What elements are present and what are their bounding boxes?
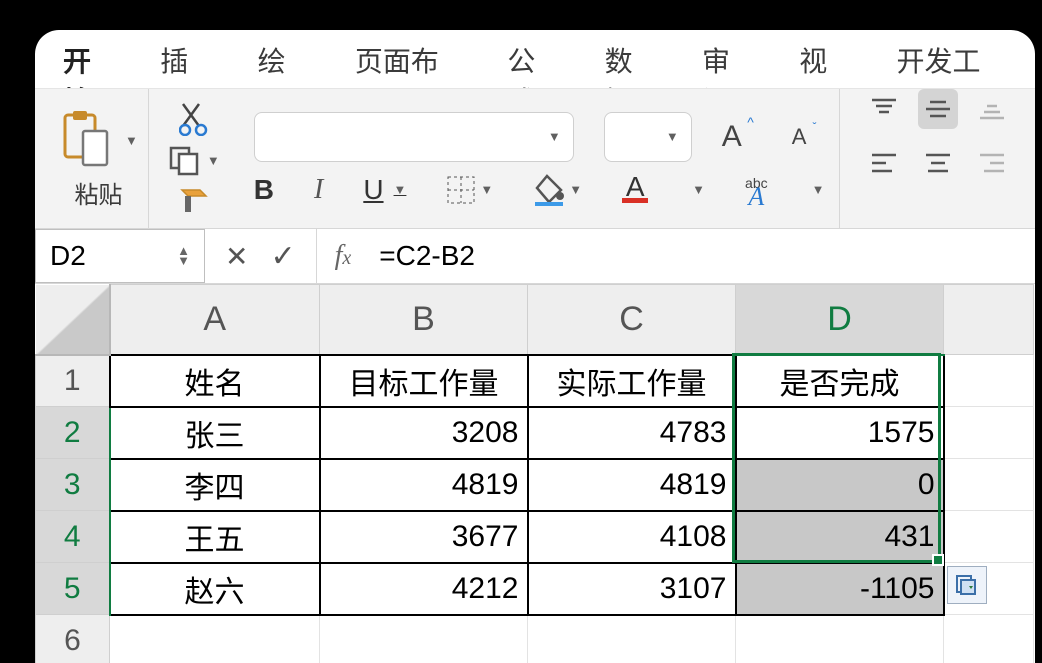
name-box[interactable]: D2 ▲▼: [35, 229, 205, 283]
cell-C5[interactable]: 3107: [528, 563, 736, 615]
cell-E2[interactable]: [944, 407, 1034, 459]
cell-B4[interactable]: 3677: [320, 511, 528, 563]
name-box-value: D2: [50, 240, 86, 272]
cell-A1[interactable]: 姓名: [110, 355, 320, 407]
cell-B5[interactable]: 4212: [320, 563, 528, 615]
align-top-icon[interactable]: [864, 89, 904, 129]
cell-D3[interactable]: 0: [736, 459, 944, 511]
horizontal-align-row: [864, 143, 1012, 183]
spreadsheet-window: 开始 插入 绘图 页面布局 公式 数据 审阅 视图 开发工具 ▼ 粘贴: [35, 30, 1035, 663]
font-size-dropdown[interactable]: ▼: [604, 112, 692, 162]
col-header-B[interactable]: B: [320, 285, 528, 355]
row-header-1[interactable]: 1: [36, 355, 110, 407]
cell-C1[interactable]: 实际工作量: [528, 355, 736, 407]
cancel-formula-icon[interactable]: ✕: [225, 240, 248, 273]
namebox-stepper-icon[interactable]: ▲▼: [177, 246, 190, 266]
paste-label: 粘贴: [74, 175, 122, 210]
align-right-icon[interactable]: [972, 143, 1012, 183]
col-header-A[interactable]: A: [110, 285, 320, 355]
format-painter-icon[interactable]: [169, 186, 220, 216]
paste-dropdown-icon[interactable]: ▼: [121, 133, 138, 148]
cell-E1[interactable]: [944, 355, 1034, 407]
cell-A2[interactable]: 张三: [110, 407, 320, 459]
cell-D2[interactable]: 1575: [736, 407, 944, 459]
formula-input[interactable]: =C2-B2: [369, 240, 1035, 272]
cut-icon[interactable]: [169, 102, 220, 136]
cell-D5[interactable]: -1105: [736, 563, 944, 615]
formula-bar: D2 ▲▼ ✕ ✓ fx =C2-B2: [35, 228, 1035, 284]
cell-A3[interactable]: 李四: [110, 459, 320, 511]
row-header-3[interactable]: 3: [36, 459, 110, 511]
cell-A6[interactable]: [110, 615, 320, 663]
autofill-options-icon[interactable]: [947, 566, 987, 604]
cell-D4[interactable]: 431: [736, 511, 944, 563]
clipboard-group: ▼ 粘贴: [35, 89, 149, 228]
cell-C3[interactable]: 4819: [528, 459, 736, 511]
col-header-C[interactable]: C: [528, 285, 736, 355]
cell-A5[interactable]: 赵六: [110, 563, 320, 615]
decrease-font-icon[interactable]: Aˇ: [792, 124, 807, 150]
italic-button[interactable]: I: [314, 174, 323, 206]
cell-B6[interactable]: [320, 615, 528, 663]
copy-icon[interactable]: ▼: [169, 146, 220, 176]
font-color-button[interactable]: A: [622, 176, 648, 203]
align-center-icon[interactable]: [918, 143, 958, 183]
vertical-align-row: [864, 89, 1012, 129]
cell-C4[interactable]: 4108: [528, 511, 736, 563]
cell-D1[interactable]: 是否完成: [736, 355, 944, 407]
fx-icon[interactable]: fx: [317, 240, 370, 272]
fill-color-button[interactable]: ▼: [533, 174, 582, 206]
cell-C6[interactable]: [528, 615, 736, 663]
phonetic-button[interactable]: abcA: [745, 176, 768, 204]
cell-E3[interactable]: [944, 459, 1034, 511]
cell-C2[interactable]: 4783: [528, 407, 736, 459]
cell-B2[interactable]: 3208: [320, 407, 528, 459]
sheet-grid[interactable]: A B C D 1 姓名 目标工作量 实际工作量 是否完成 2 张三 3208 …: [35, 284, 1035, 663]
underline-button[interactable]: U▼: [363, 174, 406, 206]
cell-E6[interactable]: [944, 615, 1034, 663]
col-header-E[interactable]: [944, 285, 1034, 355]
row-header-4[interactable]: 4: [36, 511, 110, 563]
font-name-dropdown[interactable]: ▼: [254, 112, 574, 162]
ribbon: ▼ 粘贴 ▼ ▼ ▼: [35, 88, 1035, 228]
paste-icon[interactable]: [59, 109, 113, 171]
align-bottom-icon[interactable]: [972, 89, 1012, 129]
select-all-corner[interactable]: [36, 285, 110, 355]
row-header-5[interactable]: 5: [36, 563, 110, 615]
cell-E4[interactable]: [944, 511, 1034, 563]
cell-B1[interactable]: 目标工作量: [320, 355, 528, 407]
ribbon-tabs: 开始 插入 绘图 页面布局 公式 数据 审阅 视图 开发工具: [35, 30, 1035, 88]
accept-formula-icon[interactable]: ✓: [270, 239, 295, 274]
align-left-icon[interactable]: [864, 143, 904, 183]
increase-font-icon[interactable]: A^: [722, 120, 742, 154]
cell-D6[interactable]: [736, 615, 944, 663]
cell-B3[interactable]: 4819: [320, 459, 528, 511]
bold-button[interactable]: B: [254, 174, 274, 206]
col-header-D[interactable]: D: [736, 285, 944, 355]
row-header-2[interactable]: 2: [36, 407, 110, 459]
border-button[interactable]: ▼: [446, 175, 493, 205]
cell-A4[interactable]: 王五: [110, 511, 320, 563]
align-middle-icon[interactable]: [918, 89, 958, 129]
row-header-6[interactable]: 6: [36, 615, 110, 663]
